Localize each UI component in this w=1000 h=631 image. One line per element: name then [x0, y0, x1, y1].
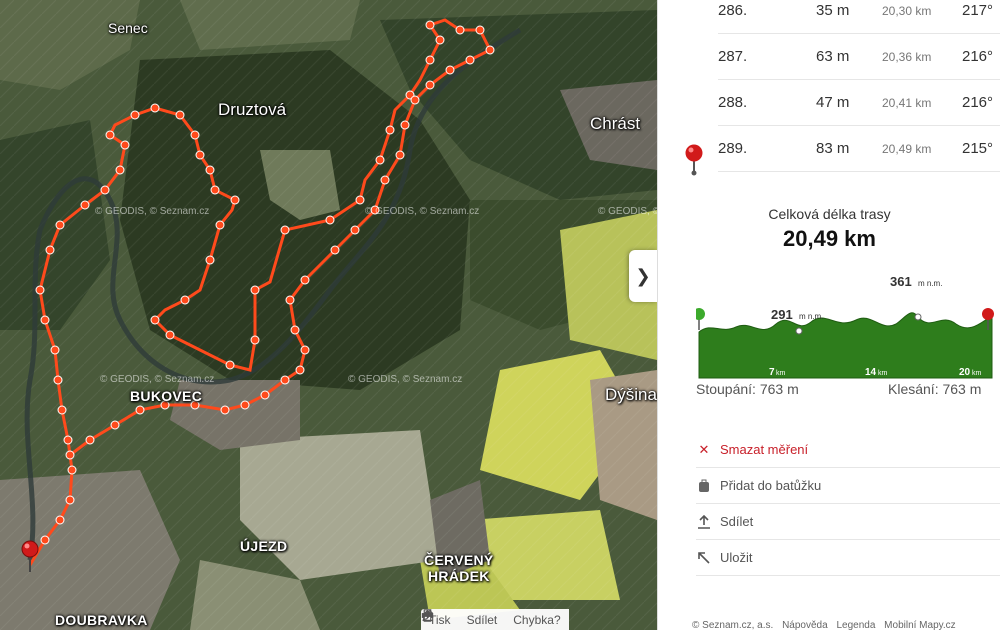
place-label-bukovec: BUKOVEC: [130, 388, 203, 404]
segment-direction: 216°: [962, 94, 994, 111]
max-elevation-unit: m n.m.: [918, 279, 942, 288]
total-length-label: Celková délka trasy: [768, 206, 891, 222]
elevation-profile: 291 m n.m. 361 m n.m. 7 km 14 km 20 km: [696, 274, 994, 379]
backpack-icon: [696, 478, 712, 494]
share-button[interactable]: Sdílet: [696, 504, 1000, 540]
place-label-senec: Senec: [108, 20, 148, 36]
climb-stat: Stoupání: 763 m: [696, 381, 799, 397]
close-icon: ✕: [698, 441, 710, 457]
place-label-dysina: Dýšina: [605, 385, 657, 404]
segment-total: 20,36 km: [882, 49, 932, 64]
segment-row: 288. 47 m 20,41 km 216°: [718, 80, 1000, 126]
profile-tick: 7: [769, 367, 775, 378]
save-button[interactable]: Uložit: [696, 540, 1000, 576]
profile-tick: 20: [959, 367, 971, 378]
profile-tick-unit: km: [776, 370, 786, 377]
share-map-label: Sdílet: [466, 612, 498, 627]
place-label-doubravka: DOUBRAVKA: [55, 612, 148, 628]
segment-total: 20,41 km: [882, 95, 932, 110]
map-toolbar: Tisk Sdílet Chybka?: [421, 609, 569, 630]
map-watermark: © GEODIS, © Seznam.cz: [348, 374, 463, 385]
segment-index: 287.: [718, 48, 748, 65]
delete-measurement-button[interactable]: ✕ Smazat měření: [696, 432, 1000, 468]
measurement-panel: 286. 35 m 20,30 km 217° 287. 63 m 20,36 …: [657, 0, 1000, 631]
segment-total: 20,30 km: [882, 3, 932, 18]
place-label-chrast: Chrást: [590, 114, 641, 133]
segment-index: 288.: [718, 94, 748, 111]
place-label-hradek: HRÁDEK: [428, 568, 490, 584]
segment-distance: 63 m: [816, 48, 850, 65]
segment-total: 20,49 km: [882, 141, 932, 156]
place-label-cerveny: ČERVENÝ: [424, 552, 494, 568]
min-elevation: 291: [771, 307, 793, 322]
arrow-up-left-icon: [696, 550, 712, 566]
collapse-panel-button[interactable]: ❯: [629, 250, 657, 302]
share-label: Sdílet: [720, 514, 754, 529]
total-length-value: 20,49 km: [783, 226, 876, 251]
chevron-right-icon: ❯: [635, 265, 651, 286]
end-pin-icon: [685, 144, 703, 176]
place-label-ujezd: ÚJEZD: [240, 538, 288, 554]
help-link[interactable]: Nápověda: [782, 620, 828, 631]
min-elevation-unit: m n.m.: [799, 312, 823, 321]
descent-stat: Klesání: 763 m: [888, 381, 982, 397]
legend-link[interactable]: Legenda: [836, 620, 875, 631]
delete-measurement-label: Smazat měření: [720, 442, 809, 457]
profile-tick-unit: km: [972, 370, 982, 377]
segment-direction: 215°: [962, 140, 994, 157]
report-error-button[interactable]: Chybka?: [422, 609, 568, 630]
place-label-druztova: Druztová: [218, 100, 287, 119]
save-label: Uložit: [720, 550, 753, 565]
pencil-icon: [422, 609, 434, 621]
profile-tick-unit: km: [878, 370, 888, 377]
copyright: © Seznam.cz, a.s.: [692, 620, 774, 631]
map-canvas[interactable]: Senec Druztová Chrást BUKOVEC Dýšina ÚJE…: [0, 0, 657, 630]
map-watermark: © GEODIS, © Seznam.cz: [365, 206, 480, 217]
map-watermark: © GEODIS, © Seznam.cz: [598, 206, 657, 217]
share-map-button[interactable]: Sdílet: [422, 609, 506, 630]
segment-distance: 83 m: [816, 140, 850, 157]
segment-distance: 35 m: [816, 2, 850, 19]
profile-tick: 14: [865, 367, 877, 378]
segment-distance: 47 m: [816, 94, 850, 111]
footer: © Seznam.cz, a.s. Nápověda Legenda Mobil…: [692, 620, 962, 631]
segment-index: 289.: [718, 140, 748, 157]
segment-index: 286.: [718, 2, 748, 19]
share-icon: [696, 514, 712, 530]
add-to-backpack-button[interactable]: Přidat do batůžku: [696, 468, 1000, 504]
max-elevation: 361: [890, 274, 912, 289]
report-error-label: Chybka?: [513, 612, 561, 627]
map-imagery: [0, 0, 657, 630]
segment-direction: 217°: [962, 2, 994, 19]
segment-direction: 216°: [962, 48, 994, 65]
map-watermark: © GEODIS, © Seznam.cz: [95, 206, 210, 217]
mobile-link[interactable]: Mobilní Mapy.cz: [884, 620, 956, 631]
segment-row: 289. 83 m 20,49 km 215°: [718, 126, 1000, 172]
segment-row: 286. 35 m 20,30 km 217°: [718, 0, 1000, 34]
start-pin-icon: [696, 308, 705, 330]
add-to-backpack-label: Přidat do batůžku: [720, 478, 822, 493]
segment-row: 287. 63 m 20,36 km 216°: [718, 34, 1000, 80]
map-watermark: © GEODIS, © Seznam.cz: [100, 374, 215, 385]
